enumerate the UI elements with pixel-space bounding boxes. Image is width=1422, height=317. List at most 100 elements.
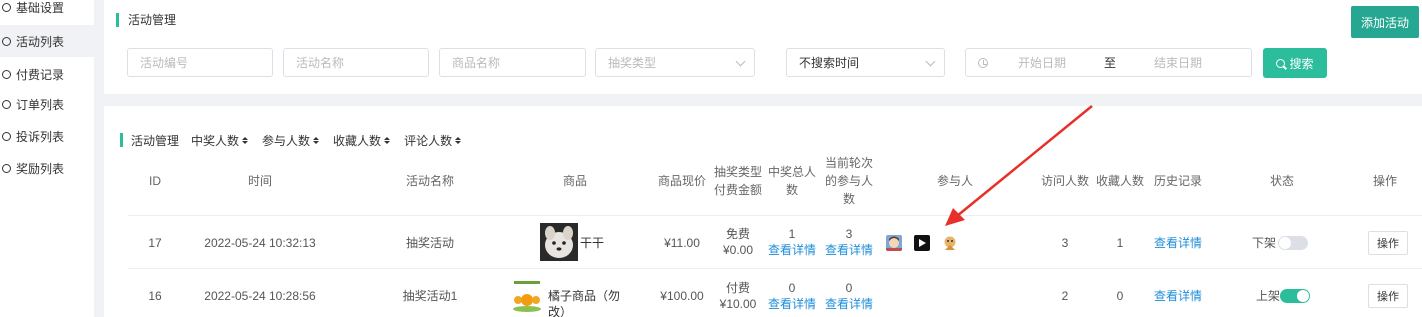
- date-separator: 至: [1104, 56, 1117, 70]
- cell-round: 3 查看详情: [821, 226, 877, 258]
- col-product: 商品: [562, 174, 587, 188]
- end-date[interactable]: 结束日期: [1154, 54, 1202, 71]
- col-price: 商品现价: [657, 174, 706, 188]
- operation-button[interactable]: 操作: [1368, 284, 1408, 308]
- sidebar-item-complaint-list[interactable]: 投诉列表: [0, 120, 94, 152]
- circle-icon: [2, 99, 11, 109]
- search-icon: [1276, 58, 1286, 68]
- cell-visits: 3: [1061, 236, 1069, 250]
- cell-name: 抽奖活动1: [402, 289, 458, 303]
- col-label: 数: [785, 183, 798, 197]
- col-time: 时间: [247, 174, 272, 188]
- filter-card: 活动管理 添加活动 抽奖类型 不搜索时间 开始日期 至 结束日期 搜索: [104, 0, 1422, 94]
- status-toggle[interactable]: [1278, 236, 1308, 250]
- add-activity-button[interactable]: 添加活动: [1351, 6, 1419, 38]
- cell-round-count: 0: [845, 281, 853, 295]
- sort-favorites[interactable]: 收藏人数: [333, 132, 391, 149]
- history-detail-link[interactable]: 查看详情: [1148, 288, 1208, 304]
- sort-icon: [313, 136, 320, 144]
- sort-participants[interactable]: 参与人数: [262, 132, 320, 149]
- status-toggle[interactable]: [1280, 289, 1310, 303]
- winners-detail-link[interactable]: 查看详情: [764, 296, 820, 312]
- cell-winners-count: 1: [788, 227, 796, 241]
- sidebar-item-payment-records[interactable]: 付费记录: [0, 58, 94, 90]
- sort-label: 评论人数: [404, 133, 453, 148]
- sidebar-item-label: 付费记录: [16, 67, 65, 82]
- chevron-down-icon: [735, 56, 746, 67]
- cell-time: 2022-05-24 10:28:56: [204, 289, 316, 303]
- winners-detail-link[interactable]: 查看详情: [764, 242, 820, 258]
- circle-icon: [2, 2, 11, 12]
- col-label: 中奖总人: [767, 165, 816, 179]
- chevron-down-icon: [925, 56, 936, 67]
- cell-winners: 0 查看详情: [764, 280, 820, 312]
- col-label: 付费金额: [713, 183, 762, 197]
- sort-label: 参与人数: [262, 133, 311, 148]
- history-detail-link[interactable]: 查看详情: [1148, 235, 1208, 251]
- cell-type: 免费: [725, 227, 750, 241]
- cell-lottery-type: 免费 ¥0.00: [708, 226, 768, 258]
- cell-round: 0 查看详情: [821, 280, 877, 312]
- cell-id: 17: [148, 236, 162, 250]
- sidebar-item-activity-list[interactable]: 活动列表: [0, 25, 94, 57]
- activity-name-input[interactable]: [296, 55, 428, 70]
- date-range-picker[interactable]: 开始日期 至 结束日期: [965, 48, 1252, 77]
- cell-winners: 1 查看详情: [764, 226, 820, 258]
- sort-icon: [455, 136, 462, 144]
- col-round-participants: 当前轮次 的参与人数: [823, 154, 875, 208]
- activity-name-input-wrap: [283, 48, 429, 77]
- participant-avatar: [914, 235, 930, 251]
- round-detail-link[interactable]: 查看详情: [821, 296, 877, 312]
- table-toolbar: 活动管理 中奖人数 参与人数 收藏人数 评论人数: [120, 132, 469, 149]
- sort-comments[interactable]: 评论人数: [404, 132, 462, 149]
- product-thumbnail: [508, 278, 546, 316]
- toggle-knob: [1279, 237, 1291, 249]
- operation-button[interactable]: 操作: [1368, 231, 1408, 255]
- sidebar-item-label: 活动列表: [16, 34, 65, 49]
- sidebar-item-label: 订单列表: [16, 97, 65, 112]
- col-label: 当前轮次: [824, 156, 873, 170]
- time-filter-select[interactable]: 不搜索时间: [786, 48, 945, 77]
- toggle-knob: [1297, 290, 1309, 302]
- col-id: ID: [149, 174, 161, 188]
- col-label: 的参与人: [824, 174, 873, 188]
- sidebar-item-basic-settings[interactable]: 基础设置: [0, 0, 94, 23]
- clock-icon: [978, 57, 988, 68]
- sort-label: 收藏人数: [333, 133, 382, 148]
- circle-icon: [2, 36, 11, 46]
- sort-icon: [242, 136, 249, 144]
- cell-product-name: 干干: [580, 236, 605, 250]
- activity-no-input-wrap: [127, 48, 273, 77]
- participant-avatar: [942, 235, 958, 251]
- col-favorites: 收藏人数: [1095, 174, 1144, 188]
- search-button[interactable]: 搜索: [1263, 48, 1327, 78]
- product-name-input[interactable]: [452, 55, 585, 70]
- sidebar-item-order-list[interactable]: 订单列表: [0, 88, 94, 120]
- sidebar: 基础设置 活动列表 付费记录 订单列表 投诉列表 奖励列表: [0, 0, 94, 317]
- circle-icon: [2, 69, 11, 79]
- lottery-type-select[interactable]: 抽奖类型: [595, 48, 755, 77]
- start-date[interactable]: 开始日期: [1018, 54, 1066, 71]
- lottery-type-placeholder: 抽奖类型: [608, 56, 657, 70]
- participant-avatar: [886, 235, 902, 251]
- sidebar-item-reward-list[interactable]: 奖励列表: [0, 152, 94, 184]
- col-status: 状态: [1269, 174, 1294, 188]
- circle-icon: [2, 131, 11, 141]
- cell-price: ¥100.00: [660, 289, 704, 303]
- table-title: 活动管理: [131, 133, 180, 148]
- product-thumbnail: [540, 223, 578, 261]
- cell-product-name: 橘子商品（勿改）: [548, 289, 621, 317]
- cell-type: 付费: [725, 281, 750, 295]
- col-participants: 参与人: [936, 174, 973, 188]
- sidebar-item-label: 投诉列表: [16, 129, 65, 144]
- sort-winners[interactable]: 中奖人数: [191, 132, 249, 149]
- round-detail-link[interactable]: 查看详情: [821, 242, 877, 258]
- col-visits: 访问人数: [1040, 174, 1089, 188]
- col-label: 数: [842, 192, 855, 206]
- cell-winners-count: 0: [788, 281, 796, 295]
- col-history: 历史记录: [1153, 174, 1202, 188]
- cell-visits: 2: [1061, 289, 1069, 303]
- activity-no-input[interactable]: [140, 55, 272, 70]
- cell-round-count: 3: [845, 227, 853, 241]
- cell-favorites: 0: [1116, 289, 1124, 303]
